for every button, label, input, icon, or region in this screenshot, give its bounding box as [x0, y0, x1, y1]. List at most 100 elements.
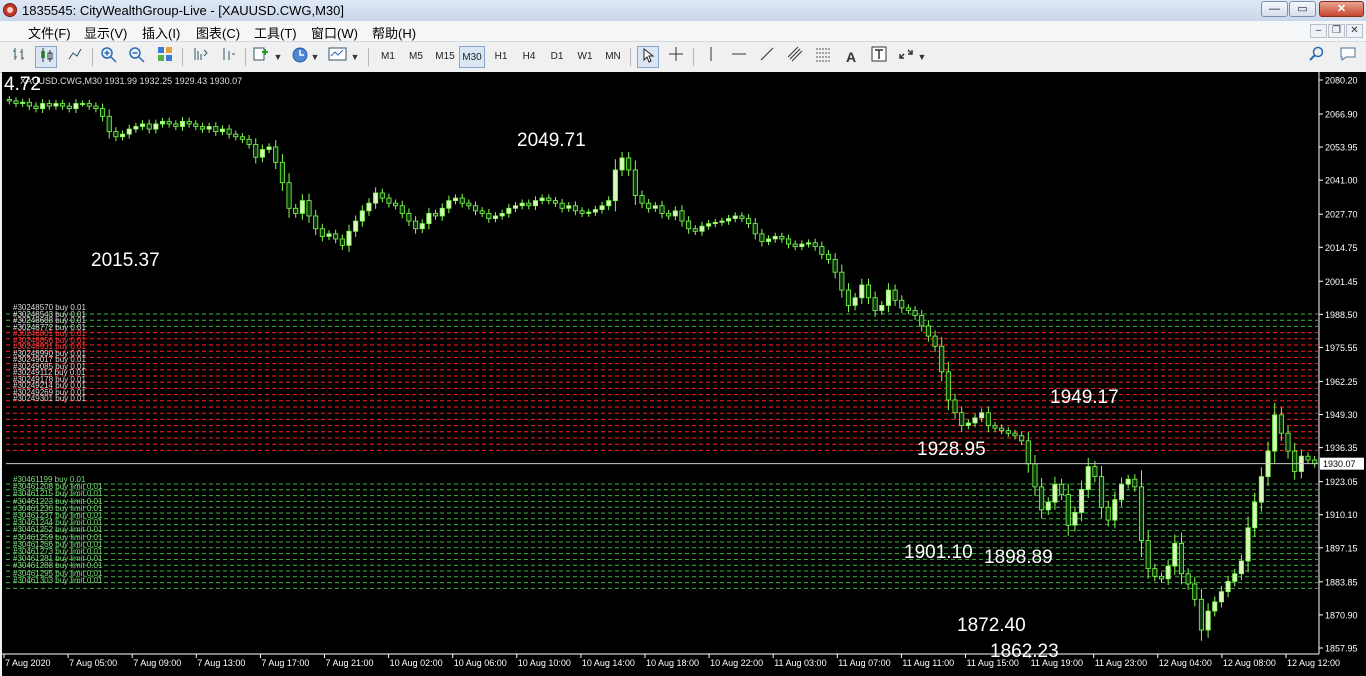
candle-body — [706, 223, 712, 227]
candle-body — [259, 149, 265, 158]
candle-body — [113, 131, 119, 138]
chart-shift-icon[interactable] — [217, 46, 239, 68]
candle-body — [86, 103, 92, 107]
timeframe-m1-button[interactable]: M1 — [375, 46, 401, 68]
timeframe-m30-button[interactable]: M30 — [459, 46, 485, 68]
menu-insert[interactable]: 插入(I) — [142, 23, 180, 42]
tile-windows-icon[interactable] — [154, 46, 176, 68]
price-annotation: 1901.10 — [904, 542, 973, 563]
candle-body — [6, 99, 12, 102]
menu-charts[interactable]: 图表(C) — [196, 23, 240, 42]
zoom-in-icon[interactable] — [98, 46, 120, 68]
mdi-close-button[interactable]: ✕ — [1346, 24, 1363, 38]
line-chart-icon[interactable] — [64, 46, 86, 68]
arrows-icon[interactable] — [896, 46, 918, 68]
time-axis-label: 12 Aug 08:00 — [1223, 658, 1276, 668]
candle-body — [965, 422, 971, 426]
price-axis-label: 2080.20 — [1325, 76, 1358, 86]
candle-body — [825, 253, 832, 260]
close-button[interactable]: ✕ — [1319, 1, 1364, 17]
candle-body — [699, 225, 705, 232]
menu-view[interactable]: 显示(V) — [84, 23, 127, 42]
timeframe-m5-button[interactable]: M5 — [403, 46, 429, 68]
crosshair-icon[interactable] — [665, 46, 687, 68]
menu-window[interactable]: 窗口(W) — [311, 23, 358, 42]
indicators-icon[interactable] — [252, 46, 274, 68]
candle-body — [166, 121, 172, 125]
arrows-dropdown-icon[interactable]: ▼ — [917, 46, 927, 68]
price-axis-label: 2041.00 — [1325, 176, 1358, 186]
candle-body — [239, 136, 245, 140]
candlestick-chart-icon[interactable] — [35, 46, 57, 68]
timeframe-mn-button[interactable]: MN — [600, 46, 626, 68]
candle-body — [1079, 489, 1085, 513]
timeframe-h4-button[interactable]: H4 — [516, 46, 542, 68]
candle-body — [213, 126, 219, 133]
bar-chart-icon[interactable] — [8, 46, 30, 68]
candle-body — [666, 213, 672, 217]
candle-body — [1052, 483, 1058, 503]
vertical-line-icon[interactable] — [700, 46, 722, 68]
candle-body — [1165, 565, 1171, 580]
candle-body — [532, 200, 538, 207]
zoom-out-icon[interactable] — [126, 46, 148, 68]
candle-body — [952, 399, 958, 414]
price-chart[interactable]: 2080.20 2066.90 2053.95 2041.00 2027.70 2014.… — [2, 72, 1366, 676]
price-axis-label: 1962.25 — [1325, 377, 1358, 387]
minimize-button[interactable]: — — [1261, 1, 1288, 17]
candle-body — [406, 213, 412, 222]
candle-body — [885, 289, 891, 306]
search-icon[interactable] — [1306, 46, 1328, 68]
periods-clock-icon[interactable] — [289, 46, 311, 68]
candle-body — [512, 205, 519, 209]
time-axis-label: 7 Aug 13:00 — [197, 658, 245, 668]
candle-body — [945, 371, 951, 401]
chart-area[interactable]: 2080.20 2066.90 2053.95 2041.00 2027.70 2014.… — [2, 72, 1366, 676]
text-tool-icon[interactable]: A — [840, 46, 862, 68]
candle-body — [925, 325, 931, 337]
candle-body — [126, 128, 132, 135]
candle-body — [1059, 483, 1065, 495]
time-axis-label: 7 Aug 17:00 — [261, 658, 309, 668]
horizontal-line-icon[interactable] — [728, 46, 750, 68]
time-axis-label: 12 Aug 12:00 — [1287, 658, 1340, 668]
candle-body — [566, 205, 572, 209]
chat-icon[interactable] — [1337, 46, 1359, 68]
time-axis-label: 10 Aug 18:00 — [646, 658, 699, 668]
text-label-icon[interactable] — [868, 46, 890, 68]
time-axis-label: 10 Aug 10:00 — [518, 658, 571, 668]
indicators-dropdown-icon[interactable]: ▼ — [273, 46, 283, 68]
mdi-minimize-button[interactable]: – — [1310, 24, 1327, 38]
menu-help[interactable]: 帮助(H) — [372, 23, 416, 42]
timeframe-h1-button[interactable]: H1 — [488, 46, 514, 68]
fibonacci-icon[interactable] — [812, 46, 834, 68]
templates-icon[interactable] — [327, 46, 349, 68]
candle-body — [339, 238, 345, 246]
candle-body — [1305, 455, 1311, 461]
candle-body — [739, 215, 745, 219]
maximize-button[interactable]: ▭ — [1289, 1, 1316, 17]
candle-body — [13, 100, 19, 104]
timeframe-w1-button[interactable]: W1 — [572, 46, 598, 68]
timeframe-d1-button[interactable]: D1 — [544, 46, 570, 68]
candle-body — [939, 345, 945, 373]
candle-body — [752, 223, 758, 235]
candle-body — [992, 425, 998, 429]
candle-body — [746, 218, 752, 225]
mdi-restore-button[interactable]: ❐ — [1328, 24, 1345, 38]
equidistant-channel-icon[interactable] — [784, 46, 806, 68]
menu-file[interactable]: 文件(F) — [28, 23, 71, 42]
candle-body — [286, 182, 292, 209]
timeframe-m15-button[interactable]: M15 — [431, 46, 459, 68]
trendline-icon[interactable] — [756, 46, 778, 68]
candle-body — [912, 310, 918, 317]
candle-body — [832, 259, 838, 273]
time-axis-label: 7 Aug 21:00 — [326, 658, 374, 668]
periods-dropdown-icon[interactable]: ▼ — [310, 46, 320, 68]
candle-body — [1152, 568, 1158, 577]
candle-body — [692, 228, 698, 232]
menu-tools[interactable]: 工具(T) — [254, 23, 297, 42]
auto-scroll-icon[interactable] — [189, 46, 211, 68]
templates-dropdown-icon[interactable]: ▼ — [350, 46, 360, 68]
cursor-icon[interactable] — [637, 46, 659, 68]
